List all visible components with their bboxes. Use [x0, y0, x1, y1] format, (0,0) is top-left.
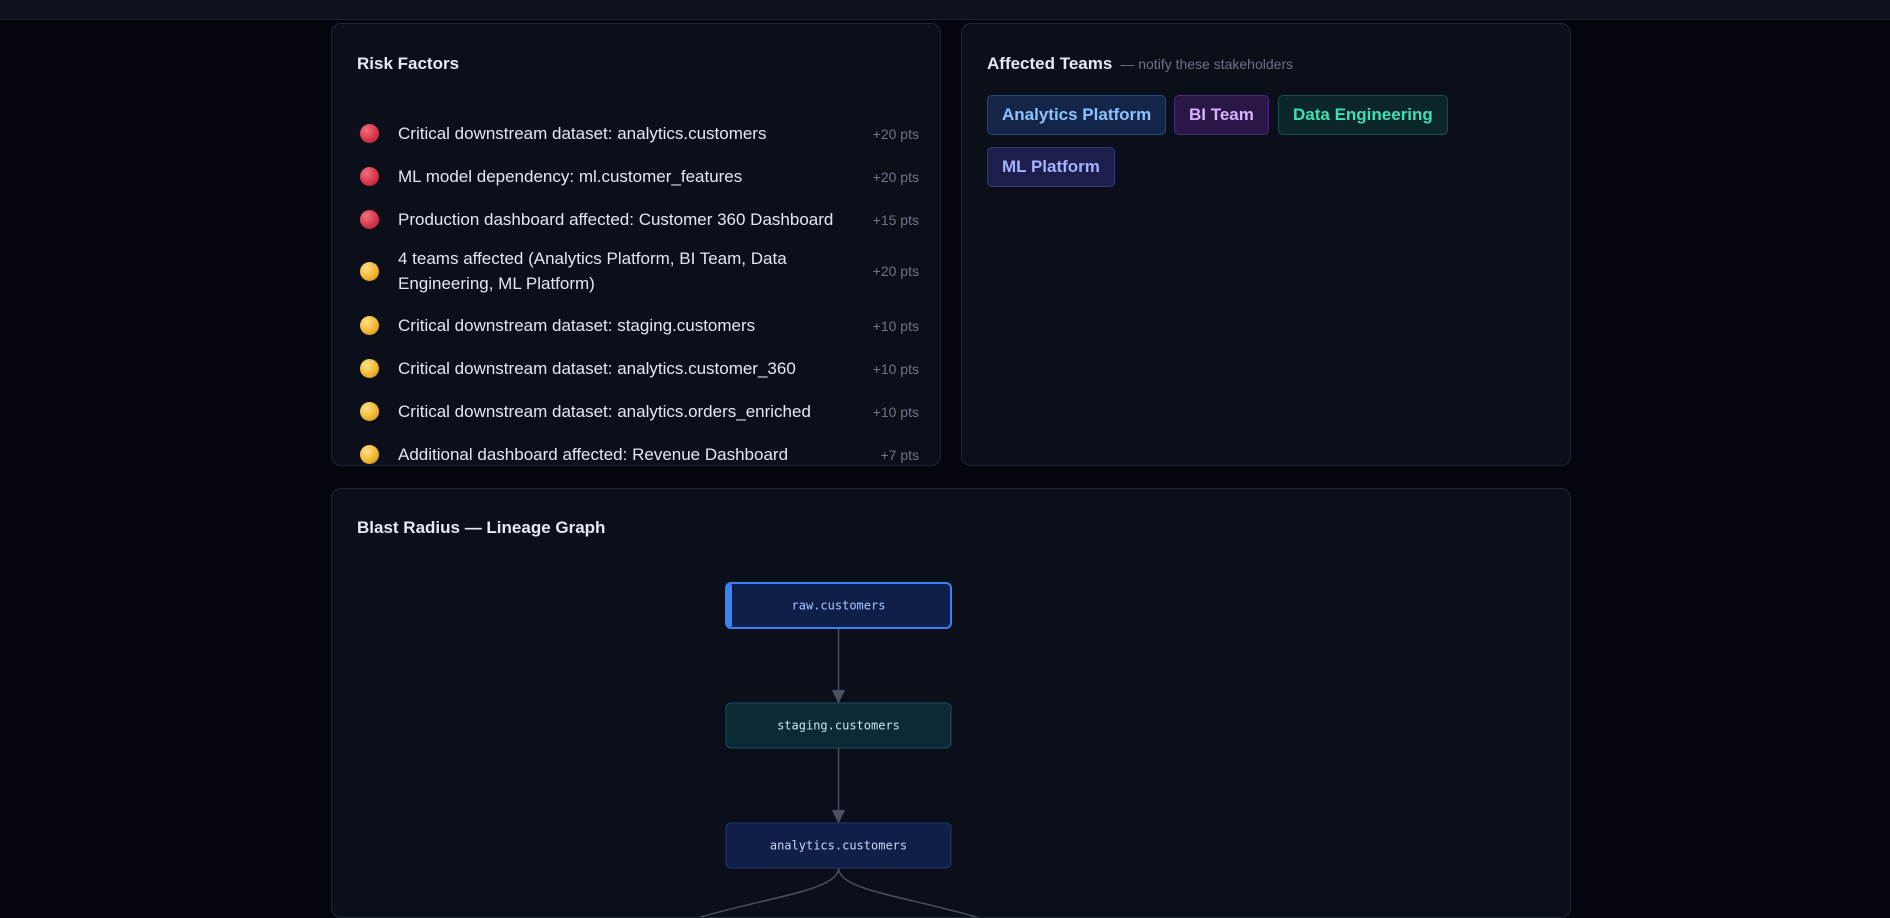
medium-severity-dot-icon — [360, 359, 379, 378]
lineage-node-label: staging.customers — [777, 719, 900, 733]
risk-factor-text: Additional dashboard affected: Revenue D… — [398, 445, 789, 464]
source-accent-bar — [727, 584, 732, 627]
risk-factor-row: Critical downstream dataset: analytics.c… — [357, 121, 919, 146]
risk-factor-points: +7 pts — [880, 446, 919, 463]
top-bar — [0, 0, 1890, 20]
risk-factor-row: Critical downstream dataset: analytics.o… — [357, 399, 919, 424]
risk-factor-points: +20 pts — [872, 125, 919, 142]
high-severity-dot-icon — [360, 167, 379, 186]
lineage-node-label: raw.customers — [792, 599, 886, 613]
team-tag-ml-platform[interactable]: ML Platform — [987, 147, 1115, 187]
blast-radius-card: Blast Radius — Lineage Graph raw.custome… — [331, 488, 1571, 918]
lineage-node-source[interactable]: raw.customers — [725, 582, 952, 629]
team-tag-bi-team[interactable]: BI Team — [1174, 95, 1269, 135]
risk-factor-row: 4 teams affected (Analytics Platform, BI… — [357, 246, 919, 296]
lineage-edge — [837, 867, 979, 917]
lineage-node-label: analytics.customers — [770, 839, 907, 853]
high-severity-dot-icon — [360, 124, 379, 143]
medium-severity-dot-icon — [360, 402, 379, 421]
medium-severity-dot-icon — [360, 261, 379, 281]
medium-severity-dot-icon — [360, 445, 379, 464]
risk-factor-text: Production dashboard affected: Customer … — [398, 210, 834, 229]
risk-factor-text: Critical downstream dataset: analytics.c… — [398, 359, 796, 378]
affected-teams-heading: Affected Teams — notify these stakeholder… — [987, 54, 1293, 74]
risk-factor-row: ML model dependency: ml.customer_feature… — [357, 164, 919, 189]
risk-factor-row: Production dashboard affected: Customer … — [357, 207, 919, 232]
risk-factor-row: Critical downstream dataset: staging.cus… — [357, 313, 919, 338]
risk-factor-points: +20 pts — [872, 263, 919, 279]
team-tag-analytics-platform[interactable]: Analytics Platform — [987, 95, 1167, 135]
high-severity-dot-icon — [360, 210, 379, 229]
affected-teams-card: Affected Teams — notify these stakeholder… — [961, 23, 1571, 466]
affected-teams-subtitle: — notify these stakeholders — [1120, 56, 1294, 72]
lineage-node-analytics[interactable]: analytics.customers — [725, 822, 952, 869]
affected-teams-title: Affected Teams — [987, 54, 1113, 73]
risk-factor-points: +10 pts — [872, 360, 919, 377]
medium-severity-dot-icon — [360, 316, 379, 335]
risk-factors-card: Risk Factors Critical downstream dataset… — [331, 23, 941, 466]
risk-factor-row: Critical downstream dataset: analytics.c… — [357, 356, 919, 381]
risk-factor-points: +10 pts — [872, 317, 919, 334]
lineage-edge — [698, 867, 840, 917]
risk-factor-text: 4 teams affected (Analytics Platform, BI… — [398, 249, 787, 293]
lineage-graph: raw.customers staging.customers analytics.… — [698, 582, 979, 917]
risk-factor-points: +15 pts — [872, 211, 919, 228]
team-tag-data-engineering[interactable]: Data Engineering — [1278, 95, 1448, 135]
risk-factor-points: +20 pts — [872, 168, 919, 185]
risk-factors-title: Risk Factors — [357, 54, 460, 73]
risk-factor-text: Critical downstream dataset: analytics.c… — [398, 124, 767, 143]
risk-factor-points: +10 pts — [872, 403, 919, 420]
risk-factor-text: ML model dependency: ml.customer_feature… — [398, 167, 743, 186]
risk-factor-text: Critical downstream dataset: staging.cus… — [398, 316, 756, 335]
risk-factor-row: Additional dashboard affected: Revenue D… — [357, 442, 919, 467]
risk-factor-text: Critical downstream dataset: analytics.o… — [398, 402, 811, 421]
lineage-node-staging[interactable]: staging.customers — [725, 702, 952, 749]
